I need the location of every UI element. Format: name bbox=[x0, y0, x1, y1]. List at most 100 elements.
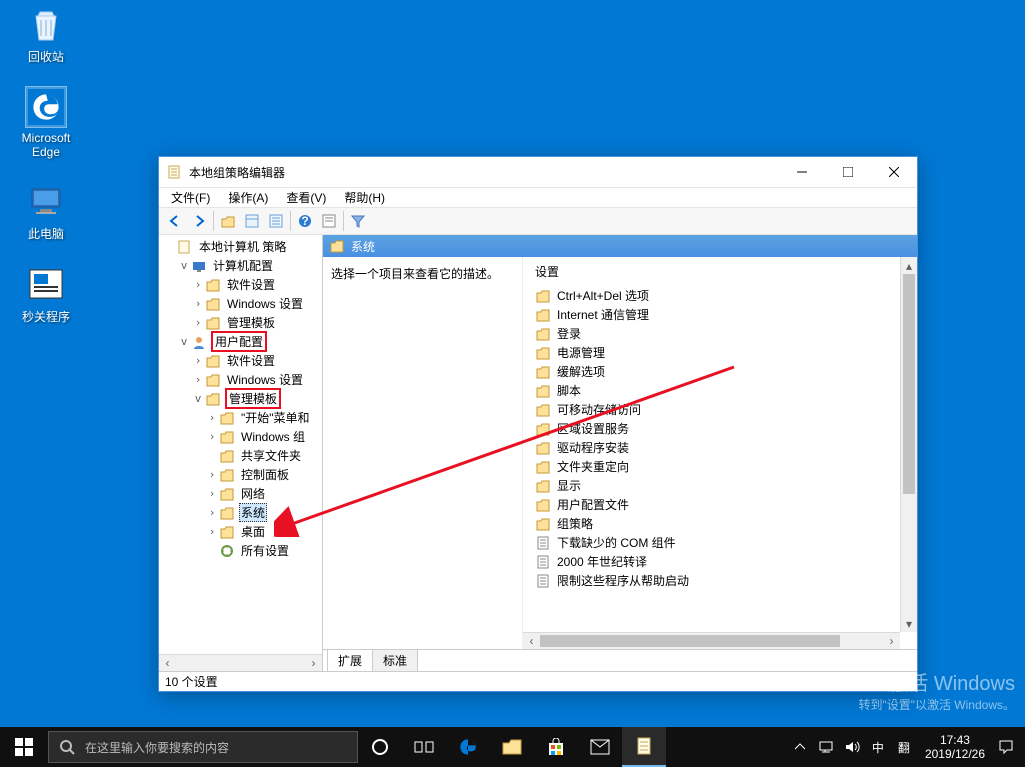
taskbar-gpedit[interactable] bbox=[622, 727, 666, 767]
desktop-microsoft-edge[interactable]: Microsoft Edge bbox=[8, 87, 84, 159]
desktop-recycle-bin[interactable]: 回收站 bbox=[8, 4, 84, 65]
settings-header: 设置 bbox=[527, 261, 917, 286]
settings-item-label: Internet 通信管理 bbox=[557, 306, 649, 323]
maximize-button[interactable] bbox=[825, 157, 871, 187]
folder-icon bbox=[329, 238, 345, 254]
settings-item[interactable]: 区域设置服务 bbox=[527, 419, 917, 438]
desktop-icons: 回收站 Microsoft Edge 此电脑 秒关程序 bbox=[8, 4, 84, 325]
tab-standard[interactable]: 标准 bbox=[372, 650, 418, 672]
settings-item[interactable]: 限制这些程序从帮助启动 bbox=[527, 571, 917, 590]
taskbar-search[interactable]: 在这里输入你要搜索的内容 bbox=[48, 731, 358, 763]
ime-mode[interactable]: 翻 bbox=[891, 739, 917, 756]
close-button[interactable] bbox=[871, 157, 917, 187]
edge-icon bbox=[26, 87, 66, 127]
start-button[interactable] bbox=[0, 727, 48, 767]
taskbar-mail[interactable] bbox=[578, 727, 622, 767]
menu-action[interactable]: 操作(A) bbox=[222, 187, 274, 208]
gpedit-icon bbox=[167, 164, 183, 180]
watermark-subtitle: 转到"设置"以激活 Windows。 bbox=[858, 696, 1015, 713]
tree-admin-templates[interactable]: v管理模板 bbox=[159, 389, 322, 408]
folder-icon bbox=[535, 345, 551, 361]
back-button[interactable] bbox=[163, 209, 187, 233]
tab-extended[interactable]: 扩展 bbox=[327, 650, 373, 672]
menu-help[interactable]: 帮助(H) bbox=[338, 187, 391, 208]
settings-item[interactable]: 文件夹重定向 bbox=[527, 457, 917, 476]
search-placeholder: 在这里输入你要搜索的内容 bbox=[85, 739, 229, 756]
menubar: 文件(F) 操作(A) 查看(V) 帮助(H) bbox=[159, 187, 917, 207]
settings-item-label: 文件夹重定向 bbox=[557, 458, 629, 475]
folder-icon bbox=[535, 364, 551, 380]
tree-item[interactable]: ›软件设置 bbox=[159, 351, 322, 370]
tree-item-all-settings[interactable]: 所有设置 bbox=[159, 541, 322, 560]
forward-button[interactable] bbox=[187, 209, 211, 233]
svg-text:?: ? bbox=[301, 214, 308, 228]
scrollbar-horizontal[interactable]: ‹› bbox=[523, 632, 900, 649]
content-title: 系统 bbox=[351, 238, 375, 255]
tree-item[interactable]: ›Windows 设置 bbox=[159, 370, 322, 389]
taskbar-buttons bbox=[358, 727, 666, 767]
settings-item[interactable]: 用户配置文件 bbox=[527, 495, 917, 514]
settings-item[interactable]: Internet 通信管理 bbox=[527, 305, 917, 324]
settings-column: 设置 Ctrl+Alt+Del 选项Internet 通信管理登录电源管理缓解选… bbox=[523, 257, 917, 649]
filter-button[interactable] bbox=[346, 209, 370, 233]
settings-item[interactable]: 缓解选项 bbox=[527, 362, 917, 381]
settings-item[interactable]: 脚本 bbox=[527, 381, 917, 400]
action-center-icon[interactable] bbox=[993, 739, 1019, 755]
tree-item[interactable]: ›"开始"菜单和 bbox=[159, 408, 322, 427]
taskbar-explorer[interactable] bbox=[490, 727, 534, 767]
tree-item-system[interactable]: ›系统 bbox=[159, 503, 322, 522]
settings-item[interactable]: 2000 年世纪转译 bbox=[527, 552, 917, 571]
content-header: 系统 bbox=[323, 235, 917, 257]
taskbar-clock[interactable]: 17:43 2019/12/26 bbox=[917, 733, 993, 761]
settings-list[interactable]: Ctrl+Alt+Del 选项Internet 通信管理登录电源管理缓解选项脚本… bbox=[527, 286, 917, 590]
desktop-shutdown-app[interactable]: 秒关程序 bbox=[8, 264, 84, 325]
scrollbar-vertical[interactable]: ▴▾ bbox=[900, 257, 917, 632]
ime-lang[interactable]: 中 bbox=[865, 739, 891, 756]
volume-icon[interactable] bbox=[839, 740, 865, 754]
shutdown-app-icon bbox=[26, 264, 66, 304]
activation-watermark: 激活 Windows 转到"设置"以激活 Windows。 bbox=[858, 667, 1015, 713]
settings-item[interactable]: 显示 bbox=[527, 476, 917, 495]
up-folder-button[interactable] bbox=[216, 209, 240, 233]
settings-item[interactable]: 驱动程序安装 bbox=[527, 438, 917, 457]
minimize-button[interactable] bbox=[779, 157, 825, 187]
statusbar: 10 个设置 bbox=[159, 671, 917, 691]
tree-root[interactable]: 本地计算机 策略 bbox=[159, 237, 322, 256]
tree-item[interactable]: ›桌面 bbox=[159, 522, 322, 541]
task-view-button[interactable] bbox=[402, 727, 446, 767]
menu-file[interactable]: 文件(F) bbox=[165, 187, 216, 208]
cortana-button[interactable] bbox=[358, 727, 402, 767]
folder-icon bbox=[535, 516, 551, 532]
help-button[interactable]: ? bbox=[293, 209, 317, 233]
taskbar-store[interactable] bbox=[534, 727, 578, 767]
tree-item[interactable]: ›网络 bbox=[159, 484, 322, 503]
toolbar-button[interactable] bbox=[264, 209, 288, 233]
settings-item[interactable]: 可移动存储访问 bbox=[527, 400, 917, 419]
tree-item[interactable]: ›Windows 组 bbox=[159, 427, 322, 446]
toolbar-button[interactable] bbox=[317, 209, 341, 233]
settings-item[interactable]: 电源管理 bbox=[527, 343, 917, 362]
tree-item[interactable]: ›管理模板 bbox=[159, 313, 322, 332]
settings-item-label: 2000 年世纪转译 bbox=[557, 553, 647, 570]
settings-item[interactable]: 下载缺少的 COM 组件 bbox=[527, 533, 917, 552]
taskbar-edge[interactable] bbox=[446, 727, 490, 767]
tree-computer-config[interactable]: v计算机配置 bbox=[159, 256, 322, 275]
policy-tree[interactable]: 本地计算机 策略 v计算机配置 ›软件设置 ›Windows 设置 ›管理模板 … bbox=[159, 235, 322, 654]
tree-item[interactable]: ›Windows 设置 bbox=[159, 294, 322, 313]
tree-item[interactable]: ›控制面板 bbox=[159, 465, 322, 484]
toolbar-button[interactable] bbox=[240, 209, 264, 233]
settings-item[interactable]: 组策略 bbox=[527, 514, 917, 533]
status-text: 10 个设置 bbox=[165, 673, 218, 690]
tray-overflow-button[interactable] bbox=[787, 742, 813, 752]
tree-item[interactable]: 共享文件夹 bbox=[159, 446, 322, 465]
tree-scrollbar-horizontal[interactable]: ‹› bbox=[159, 654, 322, 671]
desktop-this-pc[interactable]: 此电脑 bbox=[8, 181, 84, 242]
tree-user-config[interactable]: v用户配置 bbox=[159, 332, 322, 351]
settings-item[interactable]: 登录 bbox=[527, 324, 917, 343]
tree-item[interactable]: ›软件设置 bbox=[159, 275, 322, 294]
settings-item[interactable]: Ctrl+Alt+Del 选项 bbox=[527, 286, 917, 305]
menu-view[interactable]: 查看(V) bbox=[280, 187, 332, 208]
settings-item-label: 可移动存储访问 bbox=[557, 401, 641, 418]
network-icon[interactable] bbox=[813, 740, 839, 754]
titlebar[interactable]: 本地组策略编辑器 bbox=[159, 157, 917, 187]
